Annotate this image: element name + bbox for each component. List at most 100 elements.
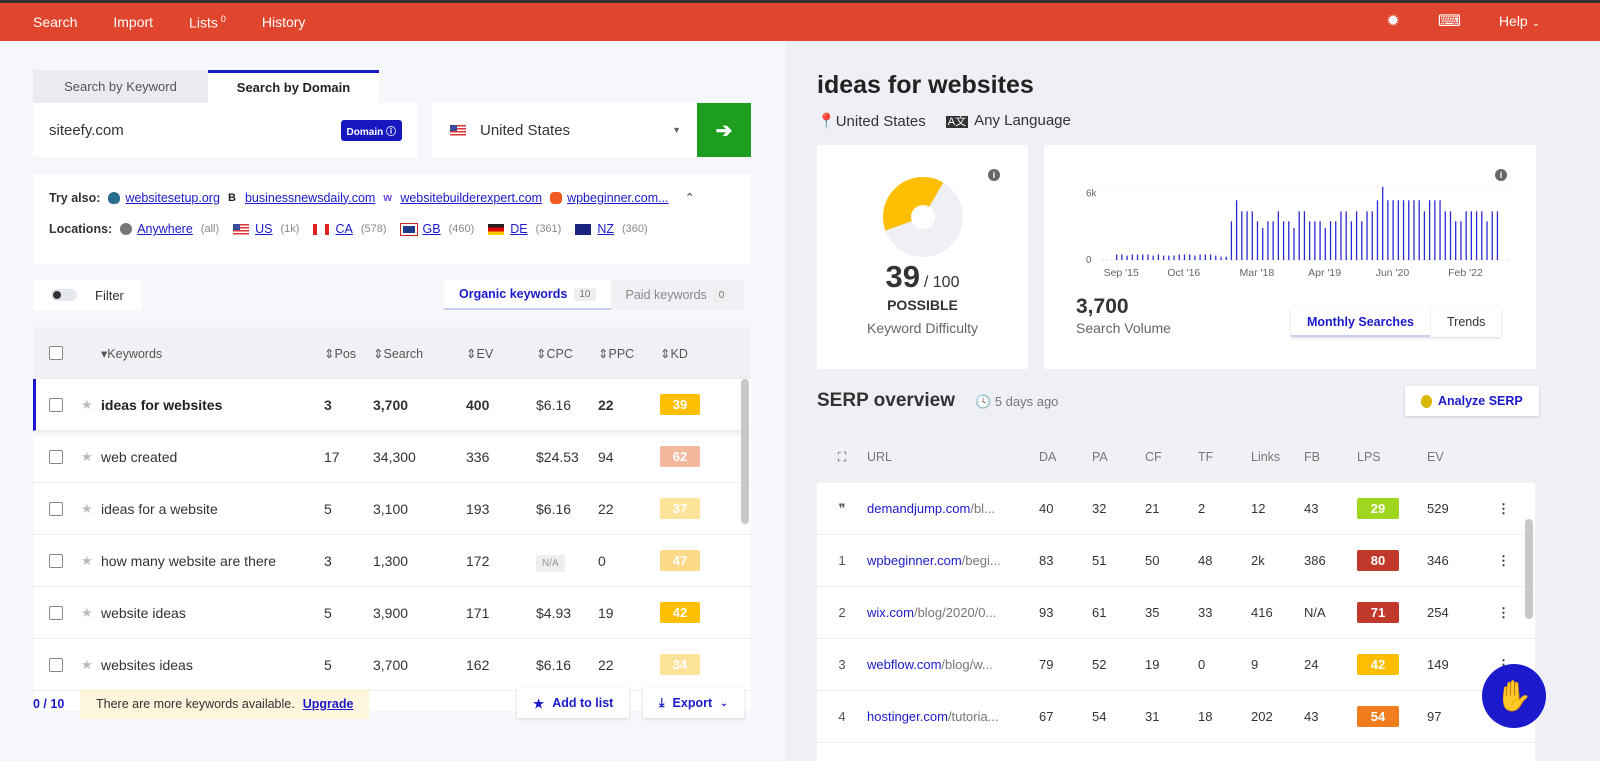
volume-bar[interactable] — [1282, 221, 1285, 260]
volume-bar[interactable] — [1183, 254, 1186, 260]
col-lps[interactable]: LPS — [1357, 450, 1427, 464]
col-pos[interactable]: ⇕Pos — [324, 346, 373, 361]
volume-bar[interactable] — [1460, 221, 1462, 260]
volume-bar[interactable] — [1162, 255, 1165, 260]
col-ev[interactable]: ⇕EV — [466, 346, 536, 361]
volume-bar[interactable] — [1361, 221, 1363, 260]
url-link[interactable]: wpbeginner.com/begi... — [867, 553, 1039, 568]
keyword[interactable]: ideas for websites — [101, 397, 324, 413]
url-link[interactable]: demandjump.com/bl... — [867, 501, 1039, 516]
volume-bar[interactable] — [1293, 227, 1295, 260]
domain-badge[interactable]: Domain ⓘ — [340, 119, 402, 141]
volume-bar[interactable] — [1324, 227, 1326, 260]
nav-lists[interactable]: Lists 0 — [189, 14, 226, 31]
row-checkbox[interactable] — [49, 657, 63, 672]
volume-bar[interactable] — [1319, 221, 1321, 260]
bug-icon[interactable]: ✹ — [1386, 11, 1399, 31]
volume-bar[interactable] — [1288, 221, 1290, 260]
nav-history[interactable]: History — [262, 14, 306, 31]
col-links[interactable]: Links — [1251, 450, 1304, 464]
info-icon[interactable]: i — [988, 169, 1000, 181]
row-checkbox[interactable] — [49, 397, 63, 412]
star-icon[interactable]: ★ — [81, 605, 101, 621]
volume-bar[interactable] — [1496, 211, 1499, 260]
volume-bar[interactable] — [1262, 227, 1264, 260]
table-row[interactable]: ★ ideas for a website 5 3,100 193 $6.16 2… — [33, 483, 751, 535]
volume-bar[interactable] — [1272, 221, 1274, 260]
volume-bar[interactable] — [1371, 211, 1373, 260]
volume-bar[interactable] — [1220, 256, 1222, 260]
volume-bar[interactable] — [1298, 211, 1300, 260]
volume-bar[interactable] — [1491, 211, 1493, 260]
analyze-serp-button[interactable]: Analyze SERP — [1405, 386, 1539, 416]
volume-bar[interactable] — [1376, 200, 1379, 260]
volume-bar[interactable] — [1235, 200, 1238, 260]
volume-bar[interactable] — [1397, 200, 1399, 260]
table-scrollbar[interactable] — [741, 379, 749, 524]
col-cf[interactable]: CF — [1145, 450, 1198, 464]
volume-bar[interactable] — [1199, 254, 1201, 260]
volume-bar[interactable] — [1147, 254, 1149, 260]
volume-bar[interactable] — [1152, 255, 1154, 260]
volume-bar[interactable] — [1314, 221, 1316, 260]
volume-bar[interactable] — [1194, 255, 1196, 260]
volume-bar[interactable] — [1455, 221, 1457, 260]
volume-bar[interactable] — [1267, 221, 1269, 260]
volume-bar[interactable] — [1329, 221, 1332, 260]
volume-bar[interactable] — [1256, 221, 1259, 260]
keyword[interactable]: web created — [101, 449, 324, 465]
nav-import[interactable]: Import — [113, 14, 153, 31]
row-checkbox[interactable] — [49, 553, 63, 568]
volume-bar[interactable] — [1418, 200, 1420, 260]
volume-bar[interactable] — [1241, 211, 1243, 260]
volume-bar[interactable] — [1423, 211, 1426, 260]
table-row[interactable]: ★ web created 17 34,300 336 $24.53 94 62 — [33, 431, 751, 483]
volume-bar[interactable] — [1225, 256, 1227, 260]
table-row[interactable]: ★ website ideas 5 3,900 171 $4.93 19 42 — [33, 587, 751, 639]
volume-bar[interactable] — [1277, 211, 1280, 260]
location-link[interactable]: CA — [335, 222, 352, 236]
table-row[interactable]: ★ websites ideas 5 3,700 162 $6.16 22 34 — [33, 639, 751, 691]
serp-row[interactable]: 1 wpbeginner.com/begi... 83 51 50 48 2k 386 80 34… — [817, 535, 1535, 587]
col-da[interactable]: DA — [1039, 450, 1092, 464]
select-all-checkbox[interactable] — [49, 346, 63, 360]
volume-bar[interactable] — [1173, 255, 1175, 260]
serp-row[interactable]: 3 webflow.com/blog/w... 79 52 19 0 9 24 42 149 ⋮ — [817, 639, 1535, 691]
toggle-switch[interactable] — [51, 289, 77, 301]
location-link[interactable]: GB — [423, 222, 441, 236]
url-link[interactable]: wix.com/blog/2020/0... — [867, 605, 1039, 620]
row-checkbox[interactable] — [49, 449, 63, 464]
keyboard-icon[interactable]: ⌨ — [1438, 11, 1461, 31]
volume-bar[interactable] — [1402, 200, 1405, 260]
volume-bar[interactable] — [1189, 254, 1191, 260]
upgrade-link[interactable]: Upgrade — [303, 697, 354, 711]
keyword[interactable]: how many website are there — [101, 553, 324, 569]
volume-bar[interactable] — [1408, 200, 1410, 260]
volume-bar[interactable] — [1309, 221, 1311, 260]
collapse-chevron-icon[interactable]: ⌃ — [685, 190, 695, 205]
keyword[interactable]: ideas for a website — [101, 501, 324, 517]
volume-bar[interactable] — [1439, 200, 1441, 260]
volume-bar[interactable] — [1178, 254, 1180, 260]
volume-bar[interactable] — [1215, 255, 1217, 260]
volume-bar[interactable] — [1392, 200, 1394, 260]
try-site-link[interactable]: businessnewsdaily.com — [245, 191, 375, 205]
volume-bar[interactable] — [1444, 211, 1446, 260]
volume-bar[interactable] — [1465, 211, 1467, 260]
volume-bar[interactable] — [1303, 211, 1306, 260]
url-link[interactable]: webflow.com/blog/w... — [867, 657, 1039, 672]
volume-bar[interactable] — [1136, 254, 1139, 260]
table-row[interactable]: ★ how many website are there 3 1,300 172… — [33, 535, 751, 587]
col-pa[interactable]: PA — [1092, 450, 1145, 464]
filter-toggle[interactable]: Filter — [33, 280, 141, 310]
nav-search[interactable]: Search — [33, 14, 77, 31]
volume-bar[interactable] — [1209, 254, 1212, 260]
keyword[interactable]: websites ideas — [101, 657, 324, 673]
volume-bar[interactable] — [1470, 211, 1473, 260]
domain-input[interactable]: siteefy.com Domain ⓘ — [33, 103, 418, 157]
volume-bar[interactable] — [1121, 254, 1123, 260]
col-keywords[interactable]: ▾Keywords — [101, 346, 324, 361]
export-button[interactable]: ⤓ Export ⌄ — [643, 688, 744, 718]
row-checkbox[interactable] — [49, 501, 63, 516]
col-ev[interactable]: EV — [1427, 450, 1497, 464]
